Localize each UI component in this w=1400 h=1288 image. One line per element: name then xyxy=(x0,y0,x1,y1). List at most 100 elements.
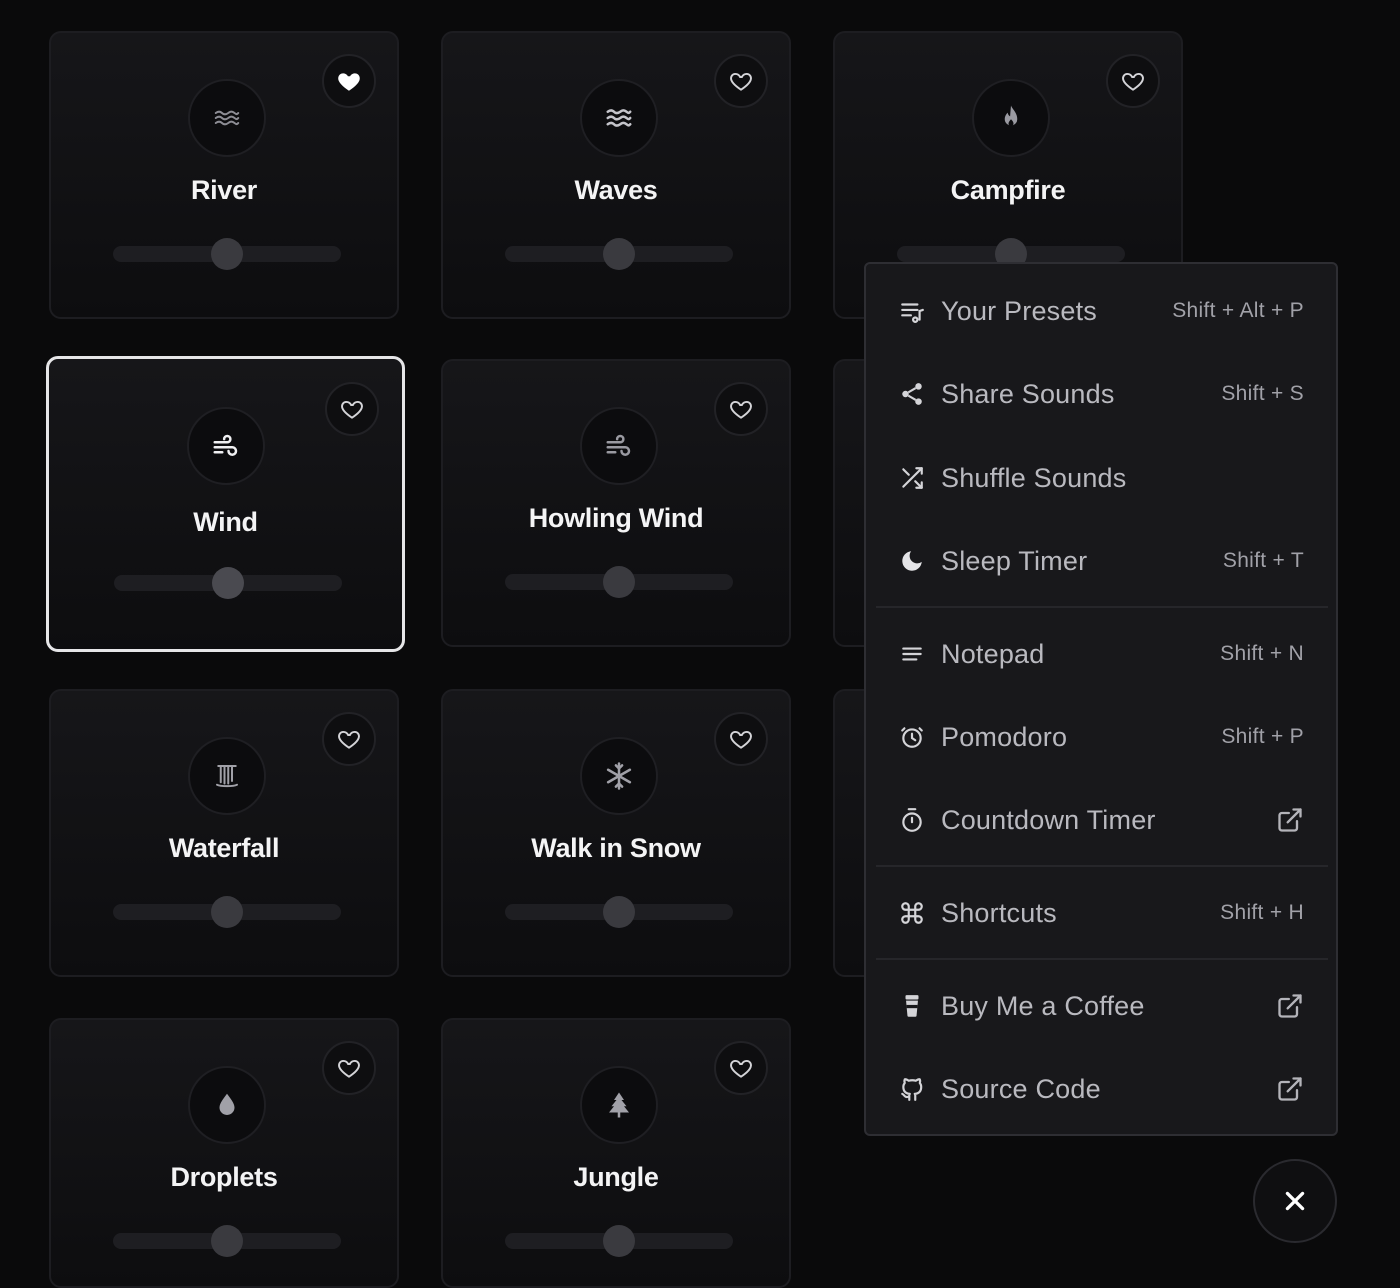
menu-item-your-presets[interactable]: Your Presets Shift + Alt + P xyxy=(866,276,1336,346)
menu-item-shortcut: Shift + Alt + P xyxy=(1172,299,1304,322)
heart-icon xyxy=(730,400,752,419)
menu-item-label: Buy Me a Coffee xyxy=(941,990,1145,1021)
favorite-button[interactable] xyxy=(322,54,376,108)
external-link-icon xyxy=(1278,994,1302,1018)
favorite-button[interactable] xyxy=(714,54,768,108)
slider-thumb[interactable] xyxy=(211,1225,243,1257)
heart-icon xyxy=(730,72,752,91)
favorite-button[interactable] xyxy=(322,712,376,766)
heart-icon xyxy=(341,400,363,419)
sound-card-wind[interactable]: Wind xyxy=(46,356,405,652)
menu-item-shortcut: Shift + S xyxy=(1221,382,1304,405)
coffee-icon xyxy=(898,992,926,1020)
slider-thumb[interactable] xyxy=(603,238,635,270)
slider-thumb[interactable] xyxy=(211,238,243,270)
sound-card-waterfall[interactable]: Waterfall xyxy=(49,689,399,977)
close-icon xyxy=(1285,1191,1305,1211)
favorite-button[interactable] xyxy=(325,382,379,436)
notepad-icon xyxy=(898,640,926,668)
menu-item-buy-me-a-coffee[interactable]: Buy Me a Coffee xyxy=(866,971,1336,1041)
sound-card-droplets[interactable]: Droplets xyxy=(49,1018,399,1288)
wind-icon xyxy=(187,407,265,485)
favorite-button[interactable] xyxy=(322,1041,376,1095)
menu-item-label: Pomodoro xyxy=(941,721,1068,752)
fire-icon xyxy=(972,79,1050,157)
menu-divider xyxy=(876,958,1328,960)
volume-slider[interactable] xyxy=(113,1225,341,1257)
sound-label: Howling Wind xyxy=(528,503,704,533)
options-menu: Your Presets Shift + Alt + P Share Sound… xyxy=(864,262,1338,1136)
menu-item-label: Countdown Timer xyxy=(941,804,1156,835)
sound-label: Waterfall xyxy=(168,833,280,863)
volume-slider[interactable] xyxy=(114,567,342,599)
waves-icon xyxy=(188,79,266,157)
sound-label: Wind xyxy=(193,507,258,537)
volume-slider[interactable] xyxy=(505,238,733,270)
snowflake-icon xyxy=(580,737,658,815)
menu-item-label: Share Sounds xyxy=(941,378,1115,409)
menu-item-label: Your Presets xyxy=(941,295,1097,326)
heart-filled-icon xyxy=(338,73,360,91)
sound-label: River xyxy=(190,175,258,205)
github-icon xyxy=(898,1075,926,1103)
menu-item-shortcuts[interactable]: Shortcuts Shift + H xyxy=(866,878,1336,948)
menu-item-notepad[interactable]: Notepad Shift + N xyxy=(866,619,1336,689)
menu-item-pomodoro[interactable]: Pomodoro Shift + P xyxy=(866,702,1336,772)
sound-label: Droplets xyxy=(170,1162,278,1192)
command-icon xyxy=(898,899,926,927)
slider-thumb[interactable] xyxy=(212,567,244,599)
sound-label: Walk in Snow xyxy=(531,833,701,863)
menu-item-shortcut: Shift + H xyxy=(1220,901,1304,924)
sound-card-howling-wind[interactable]: Howling Wind xyxy=(441,359,791,647)
menu-item-source-code[interactable]: Source Code xyxy=(866,1054,1336,1124)
heart-icon xyxy=(730,730,752,749)
menu-item-sleep-timer[interactable]: Sleep Timer Shift + T xyxy=(866,526,1336,596)
favorite-button[interactable] xyxy=(714,382,768,436)
moon-icon xyxy=(898,547,926,575)
sound-card-waves[interactable]: Waves xyxy=(441,31,791,319)
volume-slider[interactable] xyxy=(113,896,341,928)
droplet-icon xyxy=(188,1066,266,1144)
favorite-button[interactable] xyxy=(714,712,768,766)
menu-item-label: Notepad xyxy=(941,638,1045,669)
slider-thumb[interactable] xyxy=(603,896,635,928)
menu-item-label: Shortcuts xyxy=(941,897,1057,928)
menu-item-shortcut: Shift + T xyxy=(1222,549,1304,572)
heart-icon xyxy=(730,1059,752,1078)
volume-slider[interactable] xyxy=(505,1225,733,1257)
close-menu-button[interactable] xyxy=(1253,1159,1337,1243)
volume-slider[interactable] xyxy=(897,238,1125,270)
menu-item-share-sounds[interactable]: Share Sounds Shift + S xyxy=(866,359,1336,429)
tree-icon xyxy=(580,1066,658,1144)
menu-divider xyxy=(876,606,1328,608)
menu-item-label: Sleep Timer xyxy=(941,545,1088,576)
slider-thumb[interactable] xyxy=(603,566,635,598)
sound-card-walk-in-snow[interactable]: Walk in Snow xyxy=(441,689,791,977)
sound-label: Waves xyxy=(574,175,658,205)
menu-item-countdown-timer[interactable]: Countdown Timer xyxy=(866,785,1336,855)
heart-icon xyxy=(338,1059,360,1078)
waterfall-icon xyxy=(188,737,266,815)
volume-slider[interactable] xyxy=(113,238,341,270)
favorite-button[interactable] xyxy=(1106,54,1160,108)
stopwatch-icon xyxy=(898,806,926,834)
favorite-button[interactable] xyxy=(714,1041,768,1095)
volume-slider[interactable] xyxy=(505,566,733,598)
menu-item-shortcut: Shift + P xyxy=(1221,725,1304,748)
slider-thumb[interactable] xyxy=(603,1225,635,1257)
sound-card-river[interactable]: River xyxy=(49,31,399,319)
heart-icon xyxy=(1122,72,1144,91)
share-icon xyxy=(898,380,926,408)
menu-item-shuffle-sounds[interactable]: Shuffle Sounds xyxy=(866,443,1336,513)
heart-icon xyxy=(338,730,360,749)
slider-thumb[interactable] xyxy=(211,896,243,928)
menu-item-label: Source Code xyxy=(941,1073,1101,1104)
shuffle-icon xyxy=(898,464,926,492)
menu-item-shortcut: Shift + N xyxy=(1220,642,1304,665)
sound-label: Campfire xyxy=(950,175,1066,205)
playlist-icon xyxy=(898,297,926,325)
volume-slider[interactable] xyxy=(505,896,733,928)
sound-card-jungle[interactable]: Jungle xyxy=(441,1018,791,1288)
wind-icon xyxy=(580,407,658,485)
external-link-icon xyxy=(1278,808,1302,832)
